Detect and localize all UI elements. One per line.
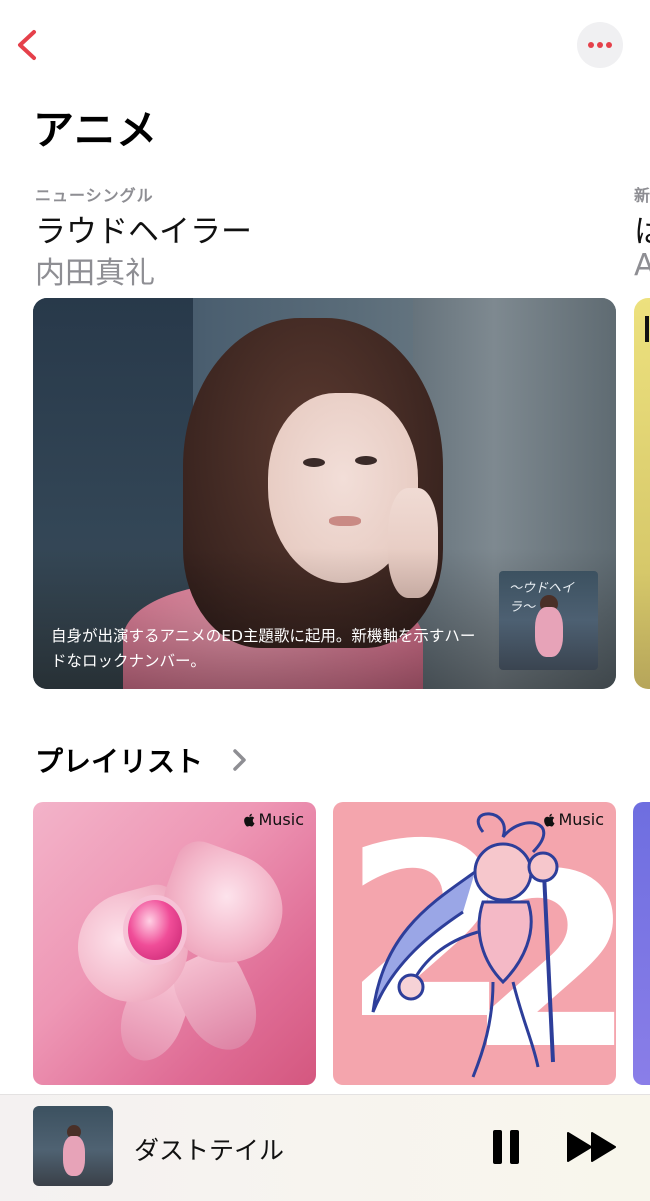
next-featured-artist[interactable]: A bbox=[634, 248, 650, 283]
featured-description: 自身が出演するアニメのED主題歌に起用。新機軸を示すハードなロックナンバー。 bbox=[51, 627, 476, 670]
cover-figure bbox=[535, 607, 563, 657]
playlists-heading[interactable]: プレイリスト bbox=[35, 740, 203, 780]
pause-button[interactable] bbox=[491, 1129, 521, 1165]
apple-music-badge: Music bbox=[243, 810, 304, 829]
artist-photo-eye bbox=[355, 456, 377, 465]
featured-card[interactable]: 自身が出演するアニメのED主題歌に起用。新機軸を示すハードなロックナンバー。 〜… bbox=[33, 298, 616, 689]
ellipsis-icon bbox=[588, 42, 612, 48]
next-featured-title[interactable]: は bbox=[634, 206, 650, 251]
artist-photo-lips bbox=[329, 516, 361, 526]
playlist-card[interactable]: Music bbox=[33, 802, 316, 1085]
playlist-card[interactable] bbox=[633, 802, 650, 1085]
fast-forward-icon bbox=[567, 1132, 616, 1162]
pink-gem bbox=[128, 900, 182, 960]
chevron-right-icon bbox=[233, 749, 246, 771]
next-featured-eyebrow: 新 bbox=[634, 186, 650, 205]
pause-icon bbox=[493, 1130, 519, 1164]
apple-music-badge: Music bbox=[543, 810, 604, 829]
next-card-mark bbox=[645, 316, 649, 342]
now-playing-title[interactable]: ダストテイル bbox=[134, 1131, 284, 1167]
apple-logo-icon bbox=[244, 813, 255, 826]
featured-eyebrow: ニューシングル bbox=[35, 186, 154, 205]
now-playing-artwork[interactable] bbox=[33, 1106, 113, 1186]
apple-music-label: Music bbox=[258, 810, 304, 829]
anime-character-illustration bbox=[371, 812, 559, 1078]
apple-logo-icon bbox=[544, 813, 555, 826]
now-playing-bar[interactable]: ダストテイル bbox=[0, 1094, 650, 1201]
chevron-left-icon bbox=[18, 30, 36, 60]
page-title: アニメ bbox=[33, 106, 159, 154]
back-button[interactable] bbox=[14, 28, 44, 62]
single-cover-art[interactable]: 〜ウドヘイラ〜 bbox=[499, 571, 598, 670]
featured-artist[interactable]: 内田真礼 bbox=[35, 248, 155, 292]
featured-title[interactable]: ラウドヘイラー bbox=[35, 206, 252, 251]
apple-music-label: Music bbox=[558, 810, 604, 829]
playlists-see-all[interactable] bbox=[230, 748, 248, 772]
next-featured-card[interactable] bbox=[634, 298, 650, 689]
more-button[interactable] bbox=[577, 22, 623, 68]
artwork-figure bbox=[63, 1136, 85, 1176]
skip-forward-button[interactable] bbox=[566, 1130, 618, 1164]
playlist-card[interactable]: 2 2 Music bbox=[333, 802, 616, 1085]
artist-photo-eye bbox=[303, 458, 325, 467]
